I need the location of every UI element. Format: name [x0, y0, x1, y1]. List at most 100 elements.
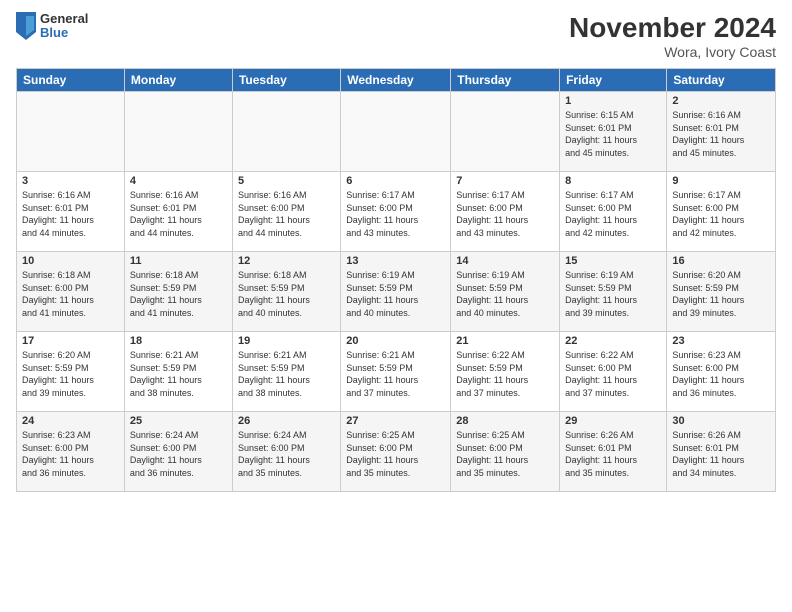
day-number: 9 — [672, 175, 770, 187]
table-row — [341, 92, 451, 172]
day-info: Sunrise: 6:19 AM Sunset: 5:59 PM Dayligh… — [565, 269, 661, 319]
day-number: 28 — [456, 415, 554, 427]
day-info: Sunrise: 6:18 AM Sunset: 5:59 PM Dayligh… — [238, 269, 335, 319]
table-row: 16 Sunrise: 6:20 AM Sunset: 5:59 PM Dayli… — [667, 252, 776, 332]
day-info: Sunrise: 6:16 AM Sunset: 6:01 PM Dayligh… — [22, 189, 119, 239]
day-number: 25 — [130, 415, 227, 427]
logo-icon — [16, 12, 36, 40]
day-info: Sunrise: 6:24 AM Sunset: 6:00 PM Dayligh… — [130, 429, 227, 479]
day-number: 3 — [22, 175, 119, 187]
day-info: Sunrise: 6:25 AM Sunset: 6:00 PM Dayligh… — [346, 429, 445, 479]
day-info: Sunrise: 6:17 AM Sunset: 6:00 PM Dayligh… — [346, 189, 445, 239]
table-row: 10Sunrise: 6:18 AM Sunset: 6:00 PM Dayli… — [17, 252, 125, 332]
table-row: 6 Sunrise: 6:17 AM Sunset: 6:00 PM Daylig… — [341, 172, 451, 252]
table-row: 13Sunrise: 6:19 AM Sunset: 5:59 PM Dayli… — [341, 252, 451, 332]
day-info: Sunrise: 6:22 AM Sunset: 6:00 PM Dayligh… — [565, 349, 661, 399]
day-number: 2 — [672, 95, 770, 107]
table-row: 17 Sunrise: 6:20 AM Sunset: 5:59 PM Dayli… — [17, 332, 125, 412]
header-wednesday: Wednesday — [341, 69, 451, 92]
day-info: Sunrise: 6:26 AM Sunset: 6:01 PM Dayligh… — [672, 429, 770, 479]
table-row: 21Sunrise: 6:22 AM Sunset: 5:59 PM Dayli… — [451, 332, 560, 412]
table-row: 7 Sunrise: 6:17 AM Sunset: 6:00 PM Daylig… — [451, 172, 560, 252]
day-number: 15 — [565, 255, 661, 267]
header: General Blue November 2024 Wora, Ivory C… — [16, 12, 776, 60]
day-info: Sunrise: 6:17 AM Sunset: 6:00 PM Dayligh… — [456, 189, 554, 239]
day-number: 22 — [565, 335, 661, 347]
day-number: 19 — [238, 335, 335, 347]
day-number: 27 — [346, 415, 445, 427]
day-number: 4 — [130, 175, 227, 187]
table-row: 29Sunrise: 6:26 AM Sunset: 6:01 PM Dayli… — [560, 412, 667, 492]
table-row: 18 Sunrise: 6:21 AM Sunset: 5:59 PM Dayli… — [124, 332, 232, 412]
table-row: 3 Sunrise: 6:16 AM Sunset: 6:01 PM Daylig… — [17, 172, 125, 252]
calendar-week-row: 17 Sunrise: 6:20 AM Sunset: 5:59 PM Dayli… — [17, 332, 776, 412]
table-row: 12 Sunrise: 6:18 AM Sunset: 5:59 PM Dayli… — [232, 252, 340, 332]
day-number: 17 — [22, 335, 119, 347]
header-monday: Monday — [124, 69, 232, 92]
day-info: Sunrise: 6:21 AM Sunset: 5:59 PM Dayligh… — [130, 349, 227, 399]
day-info: Sunrise: 6:19 AM Sunset: 5:59 PM Dayligh… — [346, 269, 445, 319]
day-info: Sunrise: 6:18 AM Sunset: 5:59 PM Dayligh… — [130, 269, 227, 319]
day-info: Sunrise: 6:23 AM Sunset: 6:00 PM Dayligh… — [672, 349, 770, 399]
table-row: 1 Sunrise: 6:15 AM Sunset: 6:01 PM Daylig… — [560, 92, 667, 172]
day-number: 8 — [565, 175, 661, 187]
day-number: 7 — [456, 175, 554, 187]
table-row: 14 Sunrise: 6:19 AM Sunset: 5:59 PM Dayli… — [451, 252, 560, 332]
day-info: Sunrise: 6:17 AM Sunset: 6:00 PM Dayligh… — [565, 189, 661, 239]
day-number: 12 — [238, 255, 335, 267]
table-row: 28Sunrise: 6:25 AM Sunset: 6:00 PM Dayli… — [451, 412, 560, 492]
logo: General Blue — [16, 12, 88, 41]
day-number: 24 — [22, 415, 119, 427]
calendar-title: November 2024 — [569, 12, 776, 44]
table-row: 24Sunrise: 6:23 AM Sunset: 6:00 PM Dayli… — [17, 412, 125, 492]
day-number: 21 — [456, 335, 554, 347]
header-sunday: Sunday — [17, 69, 125, 92]
day-number: 14 — [456, 255, 554, 267]
day-info: Sunrise: 6:20 AM Sunset: 5:59 PM Dayligh… — [22, 349, 119, 399]
day-info: Sunrise: 6:20 AM Sunset: 5:59 PM Dayligh… — [672, 269, 770, 319]
day-number: 5 — [238, 175, 335, 187]
day-info: Sunrise: 6:21 AM Sunset: 5:59 PM Dayligh… — [238, 349, 335, 399]
table-row: 26Sunrise: 6:24 AM Sunset: 6:00 PM Dayli… — [232, 412, 340, 492]
page: General Blue November 2024 Wora, Ivory C… — [0, 0, 792, 612]
table-row: 27 Sunrise: 6:25 AM Sunset: 6:00 PM Dayli… — [341, 412, 451, 492]
table-row — [232, 92, 340, 172]
table-row: 20Sunrise: 6:21 AM Sunset: 5:59 PM Dayli… — [341, 332, 451, 412]
table-row: 15 Sunrise: 6:19 AM Sunset: 5:59 PM Dayli… — [560, 252, 667, 332]
table-row: 22 Sunrise: 6:22 AM Sunset: 6:00 PM Dayli… — [560, 332, 667, 412]
day-info: Sunrise: 6:17 AM Sunset: 6:00 PM Dayligh… — [672, 189, 770, 239]
day-info: Sunrise: 6:15 AM Sunset: 6:01 PM Dayligh… — [565, 109, 661, 159]
day-number: 29 — [565, 415, 661, 427]
day-info: Sunrise: 6:24 AM Sunset: 6:00 PM Dayligh… — [238, 429, 335, 479]
day-number: 18 — [130, 335, 227, 347]
day-info: Sunrise: 6:21 AM Sunset: 5:59 PM Dayligh… — [346, 349, 445, 399]
calendar-table: Sunday Monday Tuesday Wednesday Thursday… — [16, 68, 776, 492]
title-block: November 2024 Wora, Ivory Coast — [569, 12, 776, 60]
table-row: 4Sunrise: 6:16 AM Sunset: 6:01 PM Daylig… — [124, 172, 232, 252]
day-number: 1 — [565, 95, 661, 107]
table-row — [124, 92, 232, 172]
table-row: 2 Sunrise: 6:16 AM Sunset: 6:01 PM Daylig… — [667, 92, 776, 172]
day-info: Sunrise: 6:19 AM Sunset: 5:59 PM Dayligh… — [456, 269, 554, 319]
calendar-header-row: Sunday Monday Tuesday Wednesday Thursday… — [17, 69, 776, 92]
day-number: 6 — [346, 175, 445, 187]
logo-general: General — [40, 12, 88, 26]
calendar-week-row: 24Sunrise: 6:23 AM Sunset: 6:00 PM Dayli… — [17, 412, 776, 492]
table-row — [451, 92, 560, 172]
header-thursday: Thursday — [451, 69, 560, 92]
calendar-week-row: 3 Sunrise: 6:16 AM Sunset: 6:01 PM Daylig… — [17, 172, 776, 252]
table-row: 11 Sunrise: 6:18 AM Sunset: 5:59 PM Dayli… — [124, 252, 232, 332]
header-saturday: Saturday — [667, 69, 776, 92]
day-number: 23 — [672, 335, 770, 347]
day-info: Sunrise: 6:16 AM Sunset: 6:01 PM Dayligh… — [672, 109, 770, 159]
calendar-week-row: 10Sunrise: 6:18 AM Sunset: 6:00 PM Dayli… — [17, 252, 776, 332]
table-row: 5Sunrise: 6:16 AM Sunset: 6:00 PM Daylig… — [232, 172, 340, 252]
day-number: 16 — [672, 255, 770, 267]
day-number: 30 — [672, 415, 770, 427]
table-row: 8 Sunrise: 6:17 AM Sunset: 6:00 PM Daylig… — [560, 172, 667, 252]
table-row: 9 Sunrise: 6:17 AM Sunset: 6:00 PM Daylig… — [667, 172, 776, 252]
logo-text: General Blue — [40, 12, 88, 41]
header-friday: Friday — [560, 69, 667, 92]
table-row — [17, 92, 125, 172]
day-number: 11 — [130, 255, 227, 267]
